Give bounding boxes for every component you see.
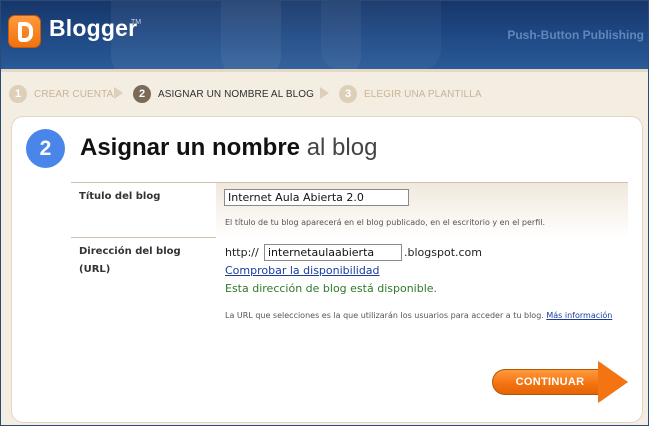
header-decoration <box>321 1 441 69</box>
step-number: 2 <box>133 85 151 103</box>
blog-address-row: Dirección del blog (URL) http:// interne… <box>71 239 628 349</box>
step-crear-cuenta: 1 CREAR CUENTA <box>9 84 113 104</box>
form-card: 2 Asignar un nombre al blog Título del b… <box>11 116 643 423</box>
step-elegir-plantilla: 3 ELEGIR UNA PLANTILLA <box>339 84 482 104</box>
step-arrow-icon <box>114 87 123 99</box>
blogger-logo-icon[interactable] <box>8 15 41 48</box>
progress-steps: 1 CREAR CUENTA 2 ASIGNAR UN NOMBRE AL BL… <box>1 69 648 114</box>
logo-trademark: TM <box>131 19 142 26</box>
step-label: ELEGIR UNA PLANTILLA <box>364 88 482 100</box>
title-light: al blog <box>306 134 378 161</box>
logo-text[interactable]: Blogger <box>49 15 137 42</box>
url-suffix: .blogspot.com <box>404 246 482 259</box>
header-bar: Blogger TM Push-Button Publishing <box>1 1 648 69</box>
blog-address-hint: La URL que selecciones es la que utiliza… <box>225 308 615 324</box>
blog-address-label-url: (URL) <box>79 264 111 275</box>
step-label: ASIGNAR UN NOMBRE AL BLOG <box>158 88 315 100</box>
more-info-link[interactable]: Más información <box>546 311 612 320</box>
blog-address-input[interactable]: internetaulaabierta <box>264 244 402 261</box>
title-bold: Asignar un nombre <box>80 134 301 161</box>
step-number: 1 <box>9 85 27 103</box>
blog-address-hint-text: La URL que selecciones es la que utiliza… <box>225 311 544 320</box>
blog-title-label: Título del blog <box>79 191 161 202</box>
blog-title-row: Título del blog Internet Aula Abierta 2.… <box>71 182 628 238</box>
step-arrow-icon <box>320 87 329 99</box>
tagline: Push-Button Publishing <box>507 28 644 42</box>
continue-button[interactable]: CONTINUAR <box>492 361 629 403</box>
url-prefix: http:// <box>225 246 259 259</box>
page-title: Asignar un nombre al blog <box>80 134 377 162</box>
blogger-window: Blogger TM Push-Button Publishing 1 CREA… <box>0 0 649 426</box>
blog-title-input[interactable]: Internet Aula Abierta 2.0 <box>224 189 409 206</box>
continue-label: CONTINUAR <box>515 376 585 388</box>
current-step-badge: 2 <box>26 129 65 168</box>
step-asignar-nombre: 2 ASIGNAR UN NOMBRE AL BLOG <box>133 84 314 104</box>
step-label: CREAR CUENTA <box>34 88 114 100</box>
step-number: 3 <box>339 85 357 103</box>
availability-message: Esta dirección de blog está disponible. <box>225 282 438 295</box>
blog-address-label: Dirección del blog <box>79 246 181 257</box>
blog-title-hint: El título de tu blog aparecerá en el blo… <box>225 218 545 227</box>
check-availability-link[interactable]: Comprobar la disponibilidad <box>225 264 380 277</box>
